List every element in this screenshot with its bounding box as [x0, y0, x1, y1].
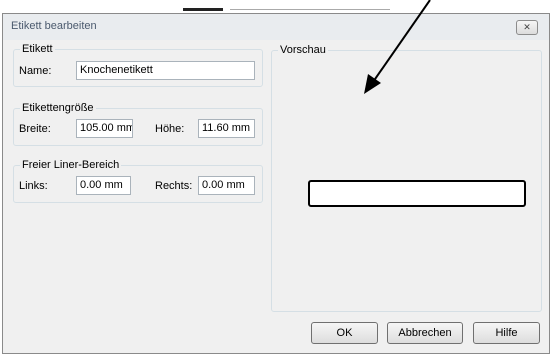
label-group-title: Etikett: [20, 43, 55, 56]
help-button[interactable]: Hilfe: [473, 322, 540, 344]
background-fragment: [183, 8, 223, 11]
preview-group-title: Vorschau: [278, 44, 328, 57]
right-label: Rechts:: [155, 180, 193, 192]
ok-button[interactable]: OK: [311, 322, 378, 344]
close-icon: ✕: [523, 22, 531, 32]
left-label: Links:: [19, 180, 48, 192]
title-bar[interactable]: Etikett bearbeiten ✕: [3, 14, 549, 40]
width-label: Breite:: [19, 123, 51, 135]
background-strip: [0, 0, 553, 14]
close-button[interactable]: ✕: [516, 20, 538, 35]
dialog-title: Etikett bearbeiten: [11, 20, 97, 32]
height-input[interactable]: 11.60 mm: [198, 119, 255, 138]
name-label: Name:: [19, 65, 52, 77]
width-input[interactable]: 105.00 mm: [76, 119, 133, 138]
name-input[interactable]: Knochenetikett: [76, 61, 255, 80]
background-line: [230, 9, 390, 10]
height-label: Höhe:: [155, 123, 185, 135]
liner-left-input[interactable]: 0.00 mm: [76, 176, 131, 195]
size-group-title: Etikettengröße: [20, 102, 96, 115]
liner-right-input[interactable]: 0.00 mm: [198, 176, 255, 195]
label-preview: [308, 180, 526, 207]
cancel-button[interactable]: Abbrechen: [387, 322, 463, 344]
liner-group-title: Freier Liner-Bereich: [20, 159, 122, 172]
